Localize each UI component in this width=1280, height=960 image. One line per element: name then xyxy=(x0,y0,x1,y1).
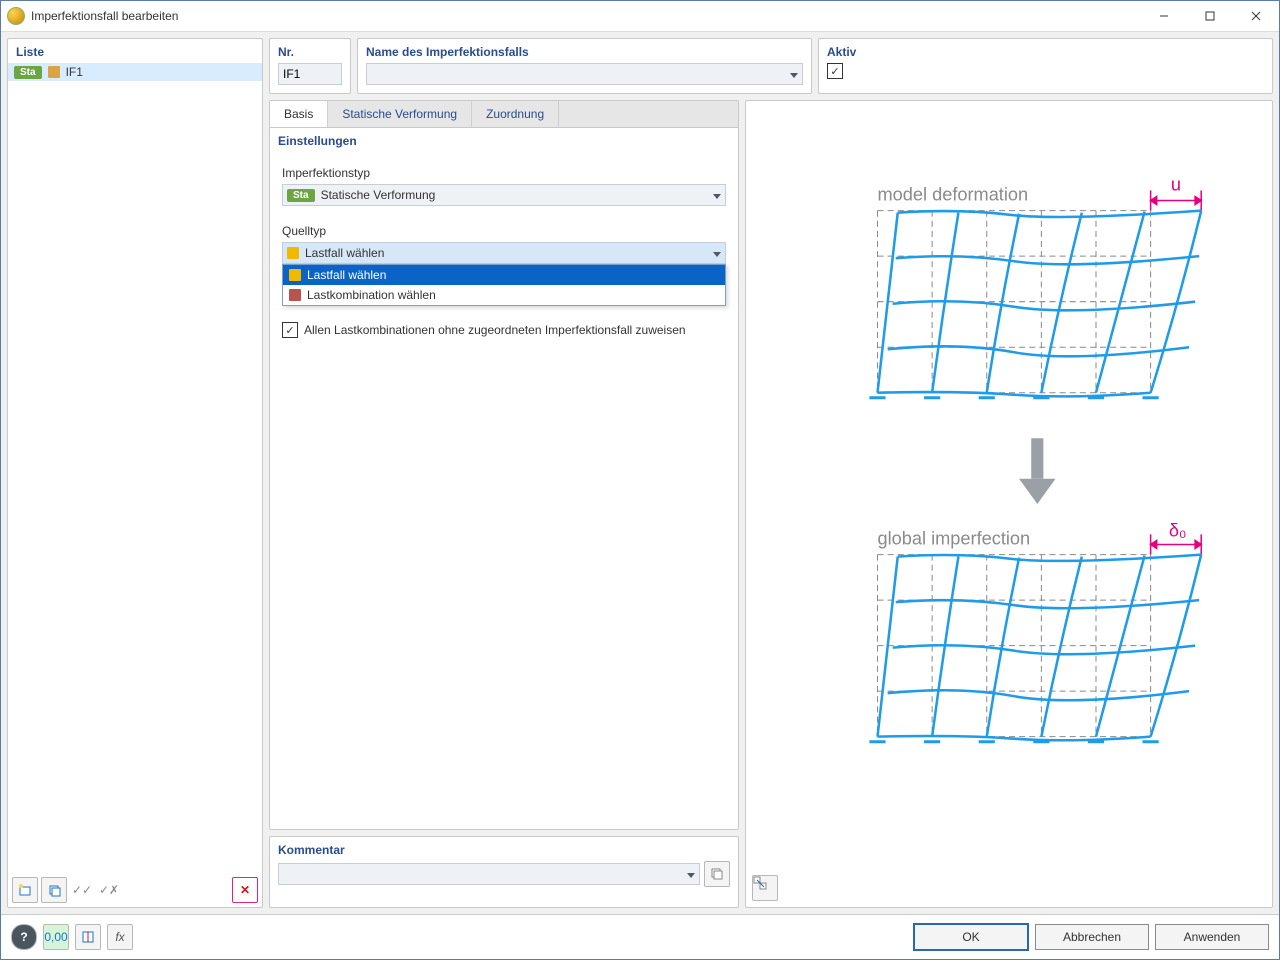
close-button[interactable] xyxy=(1233,1,1279,31)
option-lastfall[interactable]: Lastfall wählen xyxy=(283,265,725,285)
left-work: Basis Statische Verformung Zuordnung Ein… xyxy=(269,100,739,908)
copy-item-button[interactable] xyxy=(41,877,67,903)
preview-pick-button[interactable] xyxy=(752,875,778,901)
color-swatch-icon xyxy=(289,269,301,281)
imperfektionstyp-combo[interactable]: Sta Statische Verformung xyxy=(282,184,726,206)
quelltyp-options: Lastfall wählen Lastkombination wählen xyxy=(282,264,726,306)
ok-button[interactable]: OK xyxy=(913,923,1029,951)
uncheck-all-button[interactable]: ✓✗ xyxy=(97,878,121,902)
aktiv-panel: Aktiv ✓ xyxy=(818,38,1273,94)
list-panel: Liste Sta IF1 ✓✓ ✓✗ ✕ xyxy=(7,38,263,908)
loadcase-button[interactable] xyxy=(75,924,101,950)
kommentar-edit-button[interactable] xyxy=(704,861,730,887)
left-column: Liste Sta IF1 ✓✓ ✓✗ ✕ xyxy=(7,38,263,908)
maximize-button[interactable] xyxy=(1187,1,1233,31)
chevron-down-icon xyxy=(687,867,695,881)
delete-button[interactable]: ✕ xyxy=(232,877,258,903)
name-title: Name des Imperfektionsfalls xyxy=(358,39,811,63)
aktiv-checkbox[interactable]: ✓ xyxy=(827,63,843,79)
aktiv-title: Aktiv xyxy=(819,39,1272,63)
kommentar-title: Kommentar xyxy=(270,837,738,861)
list-item[interactable]: Sta IF1 xyxy=(8,63,262,81)
chevron-down-icon xyxy=(713,246,721,260)
imperfektionstyp-label: Imperfektionstyp xyxy=(282,166,726,180)
list-item-label: IF1 xyxy=(66,65,83,79)
assign-all-label: Allen Lastkombinationen ohne zugeordnete… xyxy=(304,323,686,337)
quelltyp-dropdown: Lastfall wählen Lastfall wählen xyxy=(282,242,726,264)
nr-input[interactable] xyxy=(278,63,342,85)
option-label: Lastfall wählen xyxy=(307,268,386,282)
header-row: Nr. Name des Imperfektionsfalls Aktiv ✓ xyxy=(269,38,1273,94)
tab-basis[interactable]: Basis xyxy=(270,101,328,127)
settings-title: Einstellungen xyxy=(270,128,738,152)
assign-all-checkbox[interactable]: ✓ xyxy=(282,322,298,338)
preview-svg: model deformation u xyxy=(746,101,1272,907)
apply-button[interactable]: Anwenden xyxy=(1155,924,1269,950)
color-swatch-icon xyxy=(287,247,299,259)
kommentar-panel: Kommentar xyxy=(269,836,739,908)
color-swatch-icon xyxy=(48,66,60,78)
preview-bottom-symbol: δ₀ xyxy=(1169,520,1187,540)
dialog-window: Imperfektionsfall bearbeiten Liste Sta I… xyxy=(0,0,1280,960)
chevron-down-icon xyxy=(790,67,798,81)
quelltyp-label: Quelltyp xyxy=(282,224,726,238)
preview-bottom-label: global imperfection xyxy=(878,528,1031,548)
option-lastkombination[interactable]: Lastkombination wählen xyxy=(283,285,725,305)
tab-zuordnung[interactable]: Zuordnung xyxy=(472,101,559,127)
tag-sta: Sta xyxy=(14,66,42,79)
right-column: Nr. Name des Imperfektionsfalls Aktiv ✓ xyxy=(269,38,1273,908)
fx-button[interactable]: fx xyxy=(107,924,133,950)
cancel-button[interactable]: Abbrechen xyxy=(1035,924,1149,950)
imperfektionstyp-value: Statische Verformung xyxy=(321,188,436,202)
nr-panel: Nr. xyxy=(269,38,351,94)
window-title: Imperfektionsfall bearbeiten xyxy=(31,9,1141,23)
option-label: Lastkombination wählen xyxy=(307,288,436,302)
preview-top-symbol: u xyxy=(1171,174,1181,194)
preview-top-label: model deformation xyxy=(878,185,1029,205)
work-row: Basis Statische Verformung Zuordnung Ein… xyxy=(269,100,1273,908)
tabs: Basis Statische Verformung Zuordnung xyxy=(269,100,739,127)
units-button[interactable]: 0,00 xyxy=(43,924,69,950)
list-title: Liste xyxy=(8,39,262,63)
list-toolbar: ✓✓ ✓✗ ✕ xyxy=(8,873,262,907)
quelltyp-value: Lastfall wählen xyxy=(305,246,384,260)
tab-statische-verformung[interactable]: Statische Verformung xyxy=(328,101,472,127)
assign-all-row: ✓ Allen Lastkombinationen ohne zugeordne… xyxy=(282,322,726,338)
settings-panel: Einstellungen Imperfektionstyp Sta Stati… xyxy=(269,127,739,830)
check-all-button[interactable]: ✓✓ xyxy=(70,878,94,902)
chevron-down-icon xyxy=(713,188,721,202)
app-icon xyxy=(7,7,25,25)
new-item-button[interactable] xyxy=(12,877,38,903)
window-controls xyxy=(1141,1,1279,31)
settings-section: Imperfektionstyp Sta Statische Verformun… xyxy=(270,152,738,346)
preview-panel: model deformation u xyxy=(745,100,1273,908)
kommentar-combo[interactable] xyxy=(278,863,700,885)
help-button[interactable]: ? xyxy=(11,924,37,950)
name-combo[interactable] xyxy=(366,63,803,85)
color-swatch-icon xyxy=(289,289,301,301)
dialog-body: Liste Sta IF1 ✓✓ ✓✗ ✕ xyxy=(1,32,1279,914)
quelltyp-combo[interactable]: Lastfall wählen xyxy=(282,242,726,264)
footer: ? 0,00 fx OK Abbrechen Anwenden xyxy=(1,914,1279,959)
titlebar: Imperfektionsfall bearbeiten xyxy=(1,1,1279,32)
minimize-button[interactable] xyxy=(1141,1,1187,31)
nr-title: Nr. xyxy=(270,39,350,63)
tag-sta: Sta xyxy=(287,189,315,202)
preview-area: model deformation u xyxy=(746,101,1272,907)
name-panel: Name des Imperfektionsfalls xyxy=(357,38,812,94)
